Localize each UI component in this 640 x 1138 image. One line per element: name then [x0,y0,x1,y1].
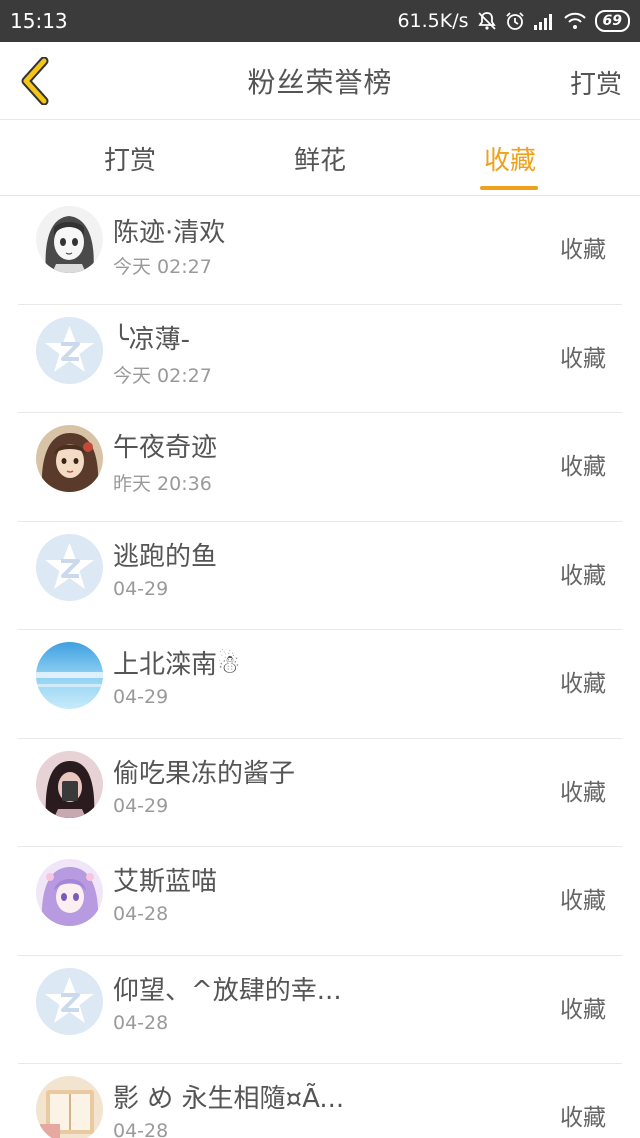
fan-action: 收藏 [560,779,606,806]
list-item[interactable]: 逃跑的鱼 04-29 收藏 [18,522,622,630]
fan-name: 仰望、^放肆的幸... [113,975,342,1006]
alarm-icon [505,11,525,31]
default-qq-avatar [36,967,103,1035]
tab-bar: 打赏 鲜花 收藏 [0,120,640,196]
status-icons: 61.5K/s 69 [397,10,630,32]
list-item[interactable]: 仰望、^放肆的幸... 04-28 收藏 [18,956,622,1064]
tab-reward[interactable]: 打赏 [70,120,190,196]
list-item[interactable]: ╰凉薄- 今天 02:27 收藏 [18,305,622,413]
chevron-left-icon [21,57,49,105]
tab-favorites[interactable]: 收藏 [450,120,570,196]
active-tab-indicator [480,186,538,190]
reward-button[interactable]: 打赏 [570,64,622,101]
fan-action: 收藏 [560,562,606,589]
status-bar: 15:13 61.5K/s 69 [0,0,640,42]
fan-action: 收藏 [560,671,606,697]
tab-flowers[interactable]: 鲜花 [260,120,380,196]
fan-name: 上北滦南☃ [113,650,241,680]
fan-date: 04-28 [113,1120,169,1138]
fan-date: 今天 02:27 [113,364,212,387]
fan-name: 偷吃果冻的酱子 [113,758,296,789]
tab-favorites-label: 收藏 [483,145,536,176]
list-item[interactable]: 艾斯蓝喵 04-28 收藏 [18,847,622,956]
list-item[interactable]: 偷吃果冻的酱子 04-29 收藏 [18,739,622,847]
default-qq-avatar [36,533,103,601]
fan-action: 收藏 [560,996,606,1023]
default-qq-avatar [36,316,103,384]
fan-date: 04-28 [113,903,169,925]
fan-name: 逃跑的鱼 [113,541,218,572]
vintage-girl-avatar [36,425,103,492]
fan-date: 04-29 [113,794,169,817]
fan-name: ╰凉薄- [113,324,191,355]
battery-indicator: 69 [594,10,630,32]
fan-action: 收藏 [560,1105,606,1131]
fan-action: 收藏 [560,888,606,914]
anime-girl-avatar [36,859,103,926]
page-title: 粉丝荣誉榜 [247,65,393,99]
fan-list: 陈迹·清欢 今天 02:27 收藏 ╰凉薄- 今天 02:27 收藏 午夜奇迹 … [0,196,640,1138]
sketch-girl-avatar [36,206,103,273]
fan-name: 午夜奇迹 [113,433,218,463]
fan-date: 04-29 [113,577,169,600]
fan-date: 昨天 20:36 [113,473,212,495]
fan-name: 影 め 永生相隨¤Ã... [113,1084,345,1114]
wifi-icon [563,12,587,30]
list-item[interactable]: 陈迹·清欢 今天 02:27 收藏 [18,196,622,305]
list-item[interactable]: 午夜奇迹 昨天 20:36 收藏 [18,413,622,522]
selfie-girl-avatar [36,750,103,818]
fan-name: 陈迹·清欢 [113,218,226,248]
mute-bell-icon [477,11,497,31]
fan-action: 收藏 [560,237,606,263]
status-time: 15:13 [10,9,68,33]
book-avatar [36,1076,103,1138]
network-speed: 61.5K/s [397,10,469,32]
app-header: 粉丝荣誉榜 打赏 [0,42,640,120]
list-item[interactable]: 影 め 永生相隨¤Ã... 04-28 收藏 [18,1064,622,1138]
fan-date: 04-28 [113,1011,169,1034]
back-button[interactable] [10,54,60,108]
fan-date: 04-29 [113,686,169,708]
fan-action: 收藏 [560,454,606,480]
fan-name: 艾斯蓝喵 [113,867,218,897]
fan-action: 收藏 [560,345,606,372]
sky-avatar [36,642,103,709]
list-item[interactable]: 上北滦南☃ 04-29 收藏 [18,630,622,739]
fan-date: 今天 02:27 [113,256,212,278]
signal-icon [533,12,555,30]
